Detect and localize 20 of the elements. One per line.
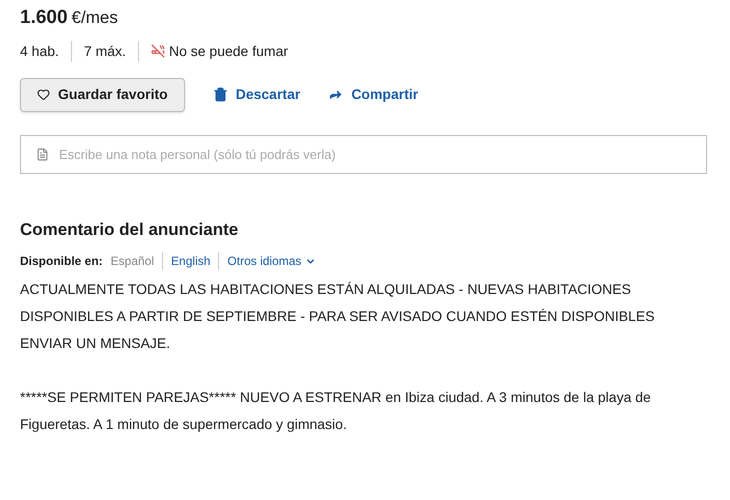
feature-label: 4 hab. — [20, 42, 59, 60]
comment-paragraph: *****SE PERMITEN PAREJAS***** NUEVO A ESTRENAR en Ibiza ciudad. A 3 minutos de la playa de Figueretas. A 1 minuto de supermercado y gimnasio. — [20, 388, 652, 434]
comment-paragraph: ACTUALMENTE TODAS LAS HABITACIONES ESTÁN ALQUILADAS - NUEVAS HABITACIONES DISPONIBLES A PARTIR DE SEPTIEMBRE - PARA SER AVISADO CUANDO ESTÉN DISPONIBLES ENVIAR UN MENSAJE. — [20, 280, 656, 353]
discard-link[interactable]: Descartar — [212, 84, 300, 105]
share-link[interactable]: Compartir — [328, 84, 418, 105]
language-link[interactable]: English — [162, 252, 210, 270]
price-unit: €/mes — [72, 7, 118, 29]
feature-label: No se puede fumar — [168, 42, 288, 61]
heart-icon — [37, 88, 50, 101]
language-link[interactable]: Otros idiomas — [218, 252, 316, 270]
note-icon — [36, 148, 49, 160]
price-amount: 1.600 — [20, 6, 68, 30]
comment-title: Comentario del anunciante — [20, 218, 240, 240]
language-link[interactable]: Español — [110, 252, 154, 270]
trash-icon — [212, 87, 228, 102]
languages-label: Disponible en: — [20, 253, 103, 270]
save-favorite-button[interactable]: Guardar favorito — [20, 78, 185, 112]
no-smoking-icon — [150, 44, 165, 58]
note-field[interactable]: Escribe una nota personal (sólo tú podrás verla) — [20, 134, 707, 174]
feature-label: 7 máx. — [84, 42, 126, 60]
